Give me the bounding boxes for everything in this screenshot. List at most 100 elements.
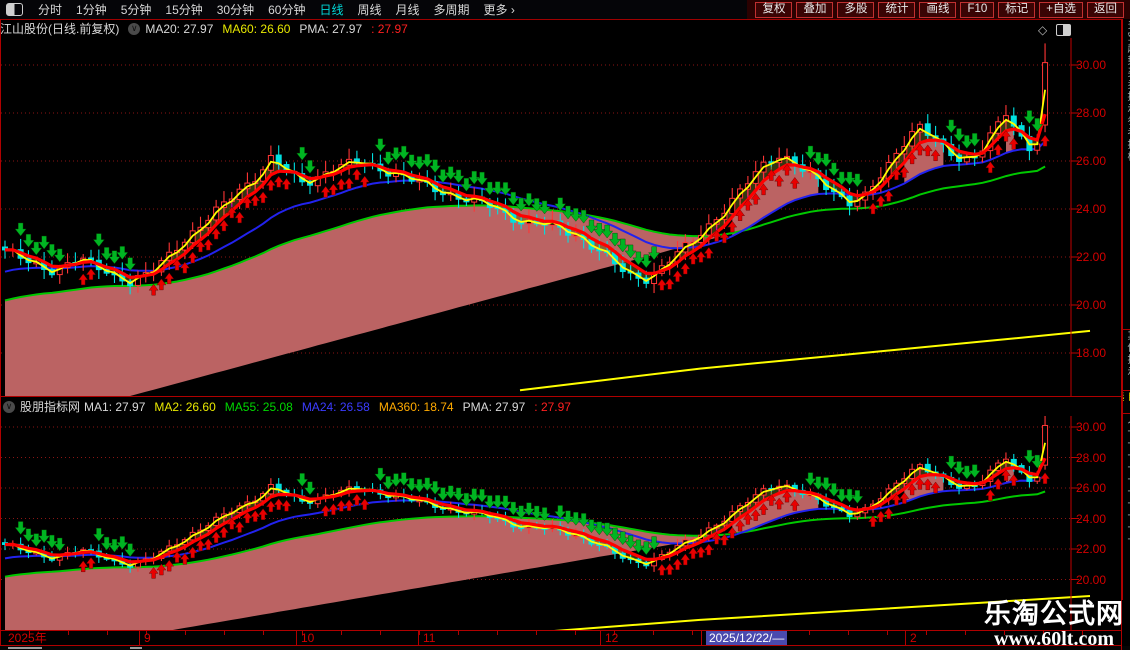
time-tick [185, 631, 186, 635]
ma-value: PMA: 27.97 [462, 399, 526, 414]
ma-value: MA55: 25.08 [224, 399, 293, 414]
top-menu-bar: 分时 1分钟 5分钟 15分钟 30分钟 60分钟 日线 周线 月线 多周期 更多 › 复权 叠加 多股… [0, 0, 1130, 20]
indicator-chart-panel[interactable] [0, 416, 1121, 630]
left-border [0, 19, 1, 645]
time-tick [848, 631, 849, 635]
ma-value: PMA: 27.97 [299, 21, 363, 36]
menu-item-5分钟[interactable]: 5分钟 [121, 1, 152, 18]
ma-values-row: MA20: 27.97 MA60: 26.60 PMA: 27.97: 27.97 [145, 22, 417, 36]
time-tick [965, 631, 966, 635]
price-axis-label: 22.00 [1076, 250, 1107, 264]
price-axis-label: 28.00 [1076, 106, 1107, 120]
time-tick [536, 631, 537, 635]
clipped-text [130, 647, 142, 649]
time-tick [926, 631, 927, 635]
panel-divider [0, 396, 1121, 397]
menu-item-30分钟[interactable]: 30分钟 [217, 1, 254, 18]
toolbar-button-多股[interactable]: 多股 [837, 1, 875, 18]
period-menu: 分时 1分钟 5分钟 15分钟 30分钟 60分钟 日线 周线 月线 多周期 更多 › [31, 1, 522, 18]
time-axis-label: 9 [144, 631, 151, 645]
menu-item-1分钟[interactable]: 1分钟 [76, 1, 107, 18]
time-tick [575, 631, 576, 635]
time-tick [692, 631, 693, 635]
time-axis-label: 2 [910, 631, 917, 645]
menu-item-多周期[interactable]: 多周期 [434, 1, 470, 18]
menu-item-更多 ›[interactable]: 更多 › [484, 1, 515, 18]
main-panel-title-row: 江山股份(日线.前复权) ∨ MA20: 27.97 MA60: 26.60 PMA… [0, 20, 1120, 37]
ma-value: MA24: 26.58 [301, 399, 370, 414]
watermark: 乐淘公式网 www.60lt.com [984, 599, 1124, 650]
time-tick [380, 631, 381, 635]
time-tick [341, 631, 342, 635]
time-tick [809, 631, 810, 635]
side-toolbar-segment[interactable]: 自选 [1123, 391, 1130, 414]
time-axis-label: 10 [301, 631, 315, 645]
watermark-site-name: 乐淘公式网 [984, 599, 1124, 629]
time-tick [458, 631, 459, 635]
price-axis-label: 24.00 [1076, 511, 1107, 526]
menu-item-60分钟[interactable]: 60分钟 [268, 1, 305, 18]
price-axis-label: 18.00 [1076, 346, 1107, 360]
menu-item-月线[interactable]: 月线 [396, 1, 420, 18]
right-side-toolbar: 多空趋势买卖提示参考指标 其他提示 自选 入一一一一一一一一一一 [1122, 19, 1130, 600]
watermark-url: www.60lt.com [994, 628, 1114, 650]
price-axis-label: 30.00 [1076, 58, 1107, 72]
ma-value: MA2: 26.60 [154, 399, 216, 414]
menu-item-日线[interactable]: 日线 [319, 1, 343, 18]
clipped-status-bar [0, 646, 1130, 650]
ma-value: MA20: 27.97 [145, 21, 214, 36]
time-tick [653, 631, 654, 635]
time-tick [68, 631, 69, 635]
toolbar-button-叠加[interactable]: 叠加 [796, 1, 834, 18]
toolbar-button-F10[interactable]: F10 [960, 1, 995, 18]
indicator-name: 股朋指标网 [20, 400, 81, 414]
stock-title: 江山股份(日线.前复权) [0, 22, 120, 36]
time-tick [419, 631, 420, 635]
time-axis-label: 12 [605, 631, 619, 645]
time-separator [905, 631, 906, 645]
time-tick [224, 631, 225, 635]
window-layout-icon[interactable] [6, 3, 23, 16]
time-tick [107, 631, 108, 635]
time-tick [497, 631, 498, 635]
time-separator [701, 631, 702, 645]
toolbar-button-统计[interactable]: 统计 [878, 1, 916, 18]
time-separator [139, 631, 140, 645]
ma-value: MA360: 18.74 [378, 399, 454, 414]
price-axis-label: 24.00 [1076, 202, 1107, 216]
price-axis-label: 28.00 [1076, 450, 1107, 465]
toolbar-button-+自选[interactable]: +自选 [1039, 1, 1083, 18]
toolbar-button-复权[interactable]: 复权 [755, 1, 793, 18]
side-toolbar-segment[interactable]: 多空趋势买卖提示参考指标 [1123, 19, 1130, 330]
menu-item-分时[interactable]: 分时 [38, 1, 62, 18]
trading-terminal-window: 分时 1分钟 5分钟 15分钟 30分钟 60分钟 日线 周线 月线 多周期 更多 › 复权 叠加 多股… [0, 0, 1130, 650]
clipped-text [8, 647, 42, 649]
side-toolbar-segment[interactable]: 其他提示 [1123, 330, 1130, 391]
split-window-icon[interactable] [1056, 24, 1071, 36]
collapse-chevron-icon[interactable]: ∨ [128, 22, 141, 35]
price-axis-label: 30.00 [1076, 420, 1107, 434]
time-axis-label: 11 [423, 631, 436, 645]
price-axis-label: 22.00 [1076, 542, 1107, 556]
collapse-chevron-icon[interactable]: ∨ [3, 400, 15, 413]
selected-date-label: 2025/12/22/— [706, 631, 788, 645]
time-tick [263, 631, 264, 635]
time-separator [296, 631, 297, 645]
side-toolbar-segment[interactable]: 入一一一一一一一一一一 [1123, 414, 1130, 600]
ma-value: MA1: 27.97 [84, 399, 146, 414]
menu-item-15分钟[interactable]: 15分钟 [165, 1, 202, 18]
indicator-panel-title-row: ∨ 股朋指标网 MA1: 27.97 MA2: 26.60 MA55: 25.08 M… [0, 398, 1120, 415]
price-axis-label: 20.00 [1076, 298, 1107, 312]
main-chart-panel[interactable] [0, 38, 1121, 396]
time-axis-label: 2025年 [8, 631, 47, 645]
price-axis-label: 26.00 [1076, 481, 1107, 495]
toolbar-button-画线[interactable]: 画线 [919, 1, 957, 18]
diamond-marker-icon[interactable]: ◇ [1038, 23, 1047, 37]
right-border [1121, 19, 1122, 650]
ma-values-row: MA1: 27.97 MA2: 26.60 MA55: 25.08 MA24: 26.… [84, 400, 580, 414]
toolbar-button-标记[interactable]: 标记 [998, 1, 1036, 18]
menu-item-周线[interactable]: 周线 [357, 1, 381, 18]
ma-value: MA60: 26.60 [222, 21, 291, 36]
time-separator [418, 631, 419, 645]
toolbar-button-返回[interactable]: 返回 [1087, 1, 1124, 18]
